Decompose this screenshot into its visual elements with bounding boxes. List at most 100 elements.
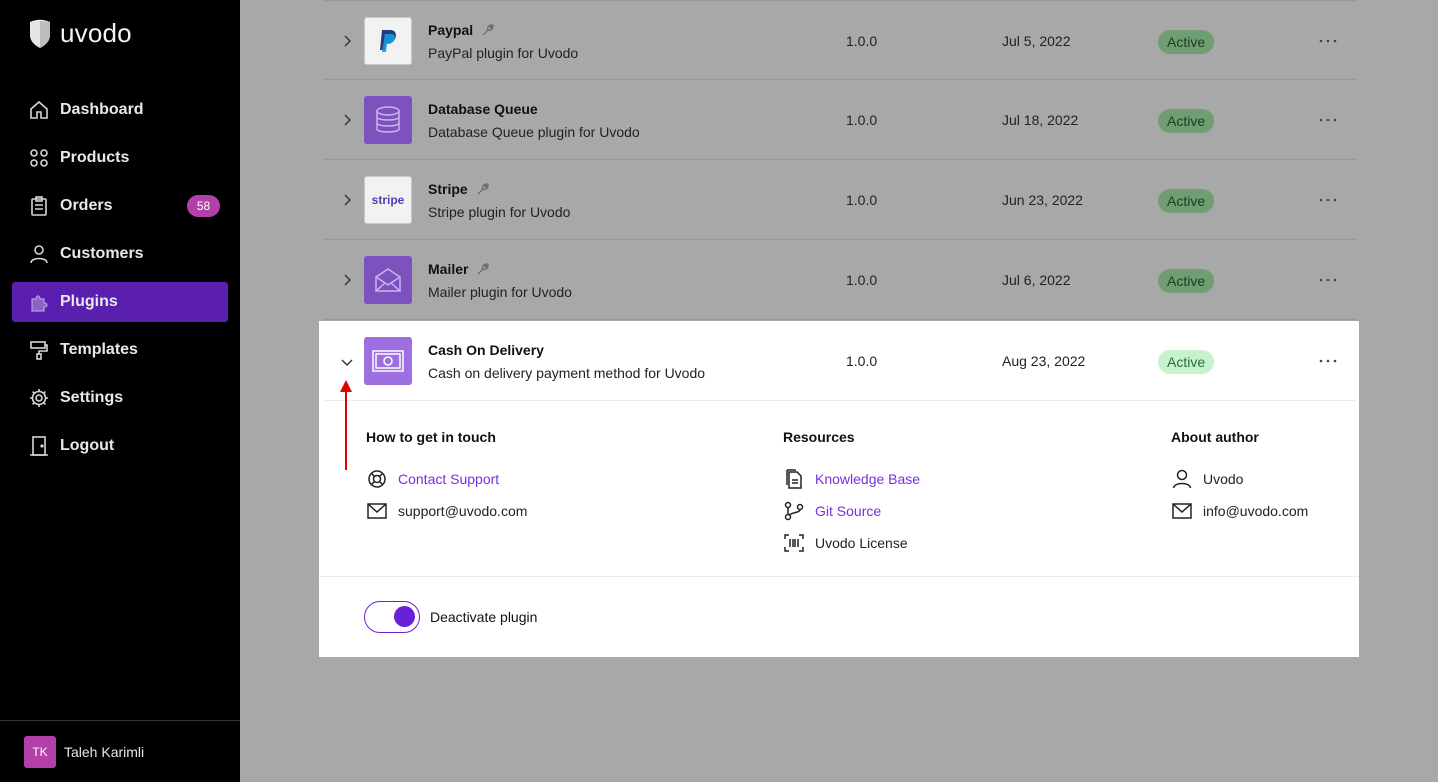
toggle-knob [394, 606, 415, 627]
plugin-description: PayPal plugin for Uvodo [428, 45, 579, 61]
license-text: Uvodo License [815, 535, 908, 551]
sidebar-item-logout[interactable]: Logout [12, 426, 228, 466]
sidebar: uvodo Dashboard Products Orders 58 Custo… [0, 0, 240, 782]
plugin-version: 1.0.0 [846, 112, 878, 128]
table-row[interactable]: Database Queue Database Queue plugin for… [324, 80, 1356, 160]
document-icon [783, 468, 805, 490]
plugin-name: Cash On Delivery [428, 342, 544, 358]
sidebar-item-customers[interactable]: Customers [12, 234, 228, 274]
clipboard-icon [28, 195, 50, 217]
status-badge: Active [1158, 30, 1215, 54]
mail-icon [366, 500, 388, 522]
sidebar-item-label: Logout [60, 437, 115, 454]
table-row[interactable]: Cash On Delivery Cash on delivery paymen… [324, 321, 1356, 401]
license-item: Uvodo License [783, 527, 920, 559]
sidebar-nav: Dashboard Products Orders 58 Customers P… [12, 90, 228, 474]
section-title: About author [1171, 429, 1259, 445]
plugin-version: 1.0.0 [846, 353, 878, 369]
plugin-date: Jun 23, 2022 [1002, 192, 1083, 208]
support-email-item: support@uvodo.com [366, 495, 527, 527]
author-name: Uvodo [1203, 471, 1244, 487]
home-icon [28, 99, 50, 121]
author-name-item: Uvodo [1171, 463, 1308, 495]
envelope-icon [364, 256, 412, 304]
stripe-icon: stripe [364, 176, 412, 224]
more-options-icon[interactable] [1316, 270, 1340, 290]
paypal-icon [364, 17, 412, 65]
toggle-label: Deactivate plugin [430, 609, 538, 625]
git-branch-icon [783, 500, 805, 522]
gear-icon [28, 387, 50, 409]
sidebar-item-label: Products [60, 149, 130, 166]
knowledge-base-link[interactable]: Knowledge Base [815, 471, 920, 487]
contact-support-item[interactable]: Contact Support [366, 463, 527, 495]
more-options-icon[interactable] [1316, 31, 1340, 51]
plugin-date: Jul 18, 2022 [1002, 112, 1079, 128]
sidebar-item-plugins[interactable]: Plugins [12, 282, 228, 322]
author-email: info@uvodo.com [1203, 503, 1309, 519]
sidebar-item-label: Plugins [60, 293, 118, 310]
grid-icon [28, 147, 50, 169]
plugin-version: 1.0.0 [846, 272, 878, 288]
chevron-right-icon[interactable] [340, 193, 354, 207]
wrench-icon [482, 24, 494, 36]
table-row[interactable]: stripe Stripe Stripe plugin for Uvodo 1.… [324, 160, 1356, 240]
resources-section: Resources Knowledge Base Git Source Uvod… [783, 429, 920, 559]
contact-support-link[interactable]: Contact Support [398, 471, 499, 487]
paint-roller-icon [28, 339, 50, 361]
deactivate-plugin-toggle[interactable] [364, 601, 420, 633]
sidebar-item-dashboard[interactable]: Dashboard [12, 90, 228, 130]
plugin-name: Database Queue [428, 101, 538, 117]
knowledge-base-item[interactable]: Knowledge Base [783, 463, 920, 495]
plugin-description: Stripe plugin for Uvodo [428, 204, 571, 220]
status-badge: Active [1158, 269, 1215, 293]
chevron-right-icon[interactable] [340, 113, 354, 127]
brand-logo[interactable]: uvodo [28, 18, 132, 49]
git-source-item[interactable]: Git Source [783, 495, 920, 527]
status-badge: Active [1158, 189, 1215, 213]
more-options-icon[interactable] [1316, 351, 1340, 371]
sidebar-item-orders[interactable]: Orders 58 [12, 186, 228, 226]
contact-section: How to get in touch Contact Support supp… [366, 429, 527, 527]
plugin-version: 1.0.0 [846, 192, 878, 208]
plugin-list: Paypal PayPal plugin for Uvodo 1.0.0 Jul… [324, 0, 1356, 320]
plugin-name: Paypal [428, 22, 495, 38]
annotation-arrow-icon [340, 380, 352, 470]
plugin-description: Cash on delivery payment method for Uvod… [428, 365, 706, 381]
sidebar-item-templates[interactable]: Templates [12, 330, 228, 370]
plugin-date: Jul 6, 2022 [1002, 272, 1071, 288]
database-icon [364, 96, 412, 144]
avatar: TK [24, 735, 56, 768]
status-badge: Active [1158, 109, 1215, 133]
current-user[interactable]: TK Taleh Karimli [0, 720, 240, 782]
sidebar-item-label: Settings [60, 389, 124, 406]
chevron-right-icon[interactable] [340, 34, 354, 48]
table-row[interactable]: Paypal PayPal plugin for Uvodo 1.0.0 Jul… [324, 0, 1356, 80]
author-email-item: info@uvodo.com [1171, 495, 1308, 527]
git-source-link[interactable]: Git Source [815, 503, 881, 519]
support-email: support@uvodo.com [398, 503, 528, 519]
chevron-down-icon[interactable] [340, 355, 354, 369]
puzzle-icon [28, 291, 50, 313]
brand-name: uvodo [60, 18, 132, 48]
lifebuoy-icon [366, 468, 388, 490]
deactivate-plugin-control: Deactivate plugin [364, 601, 537, 633]
barcode-icon [783, 532, 805, 554]
table-row[interactable]: Mailer Mailer plugin for Uvodo 1.0.0 Jul… [324, 240, 1356, 320]
chevron-right-icon[interactable] [340, 273, 354, 287]
plugin-details: How to get in touch Contact Support supp… [319, 401, 1359, 577]
sidebar-item-settings[interactable]: Settings [12, 378, 228, 418]
mail-icon [1171, 500, 1193, 522]
plugin-version: 1.0.0 [846, 33, 878, 49]
wrench-icon [478, 263, 490, 275]
plugin-date: Aug 23, 2022 [1002, 353, 1086, 369]
orders-count-badge: 58 [187, 195, 220, 217]
sidebar-item-label: Customers [60, 245, 144, 262]
sidebar-item-label: Orders [60, 197, 113, 214]
plugin-description: Mailer plugin for Uvodo [428, 284, 572, 300]
more-options-icon[interactable] [1316, 190, 1340, 210]
more-options-icon[interactable] [1316, 110, 1340, 130]
status-badge: Active [1158, 350, 1215, 374]
plugin-date: Jul 5, 2022 [1002, 33, 1071, 49]
sidebar-item-products[interactable]: Products [12, 138, 228, 178]
